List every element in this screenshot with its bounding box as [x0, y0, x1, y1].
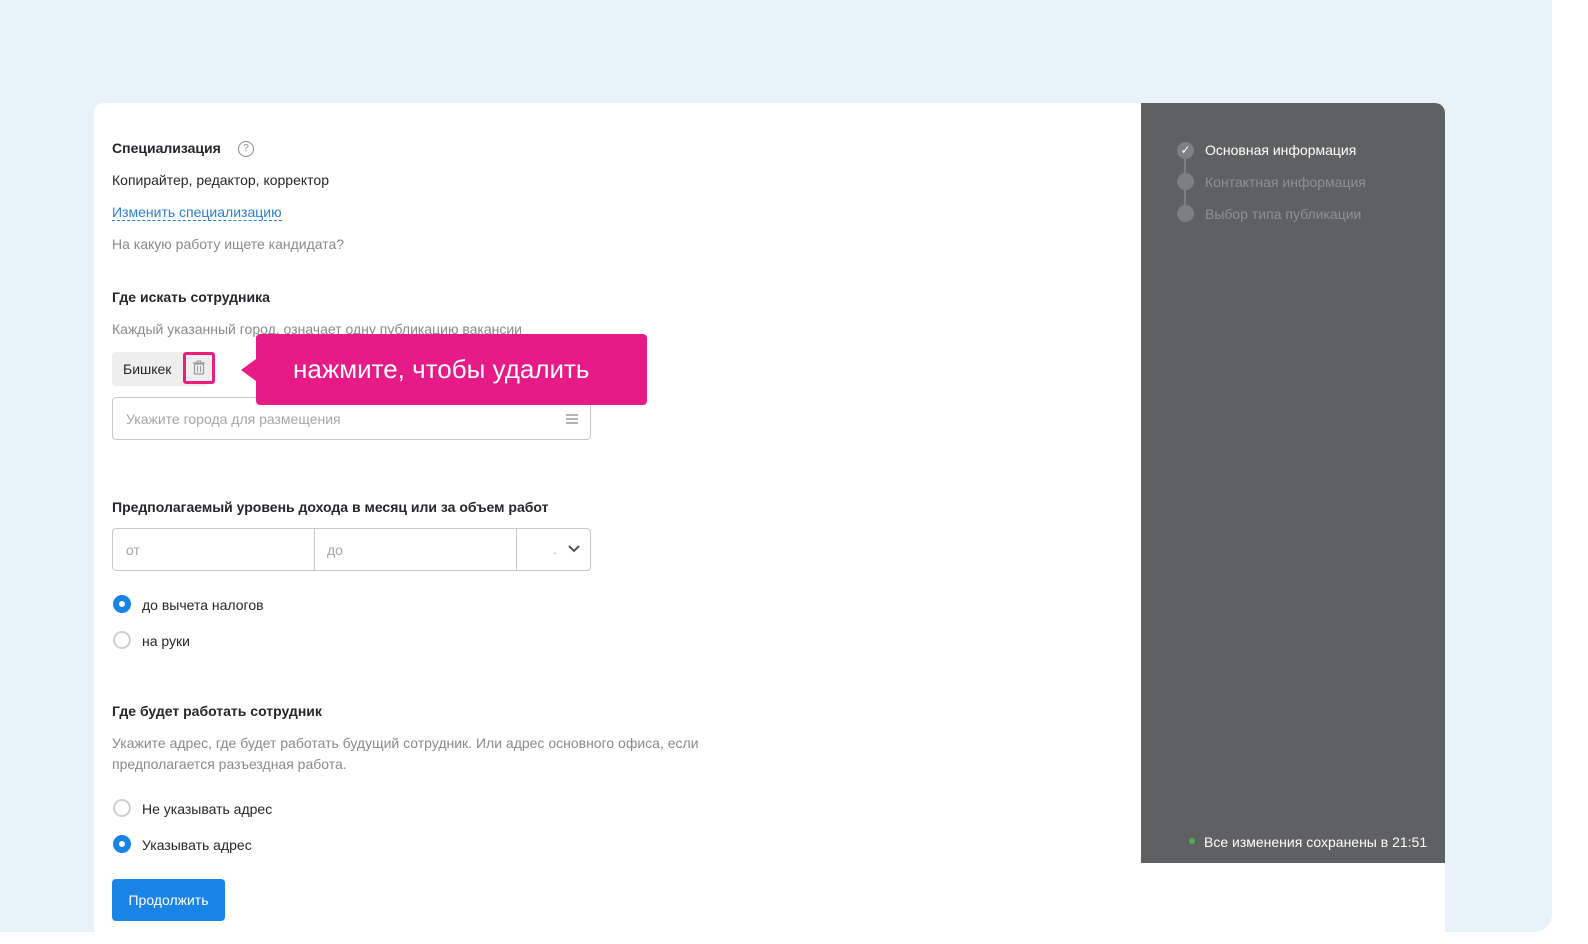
salary-to-input[interactable]: до: [315, 529, 517, 570]
delete-hint-tooltip: нажмите, чтобы удалить: [256, 334, 647, 405]
form-main: Специализация ? Копирайтер, редактор, ко…: [94, 103, 1141, 863]
salary-input-group: от до .: [112, 528, 591, 571]
workplace-hint-line1: Укажите адрес, где будет работать будущи…: [112, 735, 699, 751]
radio-with-address-label: Указывать адрес: [142, 837, 252, 853]
form-footer: Продолжить: [94, 863, 1445, 944]
step-main-info[interactable]: Основная информация: [1205, 142, 1356, 158]
radio-before-tax-label: до вычета налогов: [142, 597, 264, 613]
radio-with-address[interactable]: [113, 835, 131, 853]
city-chip-label: Бишкек: [123, 361, 172, 377]
salary-from-input[interactable]: от: [113, 529, 315, 570]
steps-sidebar: ✓ Основная информация Контактная информа…: [1141, 103, 1445, 863]
radio-no-address[interactable]: [113, 799, 131, 817]
salary-to-placeholder: до: [327, 542, 343, 558]
step-contact-info[interactable]: Контактная информация: [1205, 174, 1366, 190]
check-icon: ✓: [1177, 142, 1194, 159]
workplace-hint-line2: предполагается разъездная работа.: [112, 756, 347, 772]
specialization-title: Специализация: [112, 140, 221, 156]
specialization-value: Копирайтер, редактор, корректор: [112, 172, 329, 188]
currency-select[interactable]: .: [517, 529, 590, 570]
currency-value: .: [553, 541, 557, 557]
workplace-title: Где будет работать сотрудник: [112, 703, 322, 719]
step-dot-contacts: [1177, 173, 1194, 190]
city-input-placeholder: Укажите города для размещения: [126, 411, 341, 427]
radio-net[interactable]: [113, 631, 131, 649]
tooltip-arrow: [241, 359, 256, 381]
step-publication-type[interactable]: Выбор типа публикации: [1205, 206, 1361, 222]
vacancy-form-card: Специализация ? Копирайтер, редактор, ко…: [94, 103, 1445, 944]
continue-button[interactable]: Продолжить: [112, 879, 225, 921]
change-specialization-link[interactable]: Изменить специализацию: [112, 204, 282, 221]
salary-from-placeholder: от: [126, 542, 140, 558]
question-circle-icon[interactable]: ?: [238, 141, 254, 157]
step-dot-publication: [1177, 205, 1194, 222]
delete-city-button[interactable]: [183, 352, 215, 384]
radio-net-label: на руки: [142, 633, 190, 649]
radio-no-address-label: Не указывать адрес: [142, 801, 273, 817]
chevron-down-icon: [568, 545, 580, 553]
specialization-hint: На какую работу ищете кандидата?: [112, 236, 345, 252]
salary-title: Предполагаемый уровень дохода в месяц ил…: [112, 499, 549, 515]
radio-before-tax[interactable]: [113, 595, 131, 613]
save-status: Все изменения сохранены в 21:51: [1204, 834, 1428, 850]
saved-status-dot: [1189, 838, 1195, 844]
location-title: Где искать сотрудника: [112, 289, 270, 305]
list-icon: [566, 414, 578, 424]
trash-icon: [193, 360, 205, 375]
